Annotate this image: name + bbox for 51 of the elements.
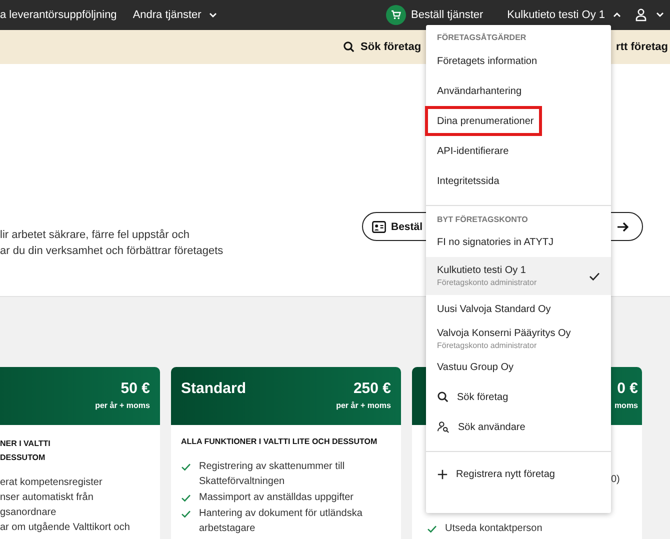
feature-text: Utseda kontaktperson xyxy=(445,522,542,536)
menu-item[interactable]: Dina prenumerationer xyxy=(425,106,542,136)
nav-link[interactable]: Andra tjänster xyxy=(132,9,218,21)
user-search-icon xyxy=(437,421,450,433)
features-heading: NER I VALTTI DESSUTOM xyxy=(0,438,52,464)
checkmark-icon xyxy=(589,272,600,280)
nav-link[interactable]: a leverantörsuppföljning xyxy=(0,9,117,21)
account-item[interactable]: Valvoja Konserni Pääyritys Oy Företagskonto administrator xyxy=(426,324,611,353)
cart-icon[interactable] xyxy=(386,5,406,25)
check-icon xyxy=(427,525,437,533)
search-icon xyxy=(342,41,355,53)
order-services-link[interactable]: Beställ tjänster xyxy=(411,9,484,21)
register-company-link[interactable]: rtt företag xyxy=(616,41,668,53)
intro-text: lir arbetet säkrare, färre fel uppstår och ar du din verksamhet och förbättrar företagets xyxy=(0,228,224,259)
check-icon xyxy=(181,463,191,471)
feature-text: Registrering av skattenummer till Skatteförvaltningen xyxy=(199,460,346,489)
account-menu-button[interactable]: Kulkutieto testi Oy 1 xyxy=(507,9,622,21)
features-heading: ALLA FUNKTIONER I VALTTI LITE OCH DESSUTOM xyxy=(181,436,378,448)
menu-item[interactable]: API-identifierare xyxy=(426,136,611,166)
plan-price: 0 € xyxy=(617,380,638,397)
menu-item[interactable]: Integritetssida xyxy=(426,166,611,196)
account-item[interactable]: Kulkutieto testi Oy 1 Företagskonto administrator xyxy=(426,257,611,295)
register-company-item[interactable]: Registrera nytt företag xyxy=(426,459,611,489)
menu-item[interactable]: Användarhantering xyxy=(426,76,611,106)
arrow-right-icon xyxy=(616,220,630,234)
plan-price: 250 € xyxy=(353,380,391,397)
price-period: per år + moms xyxy=(95,401,150,410)
search-icon xyxy=(437,391,449,403)
price-period: moms xyxy=(614,401,638,410)
account-item[interactable]: Vastuu Group Oy xyxy=(426,353,611,382)
feature-text: Massimport av anställdas uppgifter xyxy=(199,491,354,505)
section-heading: FÖRETAGSÅTGÄRDER xyxy=(436,32,528,44)
id-card-icon xyxy=(372,220,386,232)
user-menu-button[interactable] xyxy=(634,8,664,22)
account-item[interactable]: FI no signatories in ATYTJ xyxy=(426,228,611,257)
section-heading: BYT FÖRETAGSKONTO xyxy=(436,214,529,226)
menu-item[interactable]: Sök användare xyxy=(426,412,611,442)
account-item[interactable]: Uusi Valvoja Standard Oy xyxy=(426,295,611,324)
feature-text: 0) xyxy=(611,473,620,487)
feature-text: gsanordnare xyxy=(0,506,56,520)
feature-text: erat kompetensregister xyxy=(0,476,102,490)
plus-icon xyxy=(437,468,448,480)
menu-item[interactable]: Sök företag xyxy=(426,382,611,412)
feature-text: Hantering av dokument för utländska arbetstagare xyxy=(199,507,364,536)
plan-title: Standard xyxy=(181,380,246,397)
feature-text: ar om utgående Valttikort och xyxy=(0,521,130,535)
plan-price: 50 € xyxy=(120,380,150,397)
search-company-link[interactable]: Sök företag xyxy=(342,41,422,53)
menu-item[interactable]: Företagets information xyxy=(426,46,611,76)
price-period: per år + moms xyxy=(336,401,391,410)
feature-text: nser automatiskt från xyxy=(0,491,94,505)
